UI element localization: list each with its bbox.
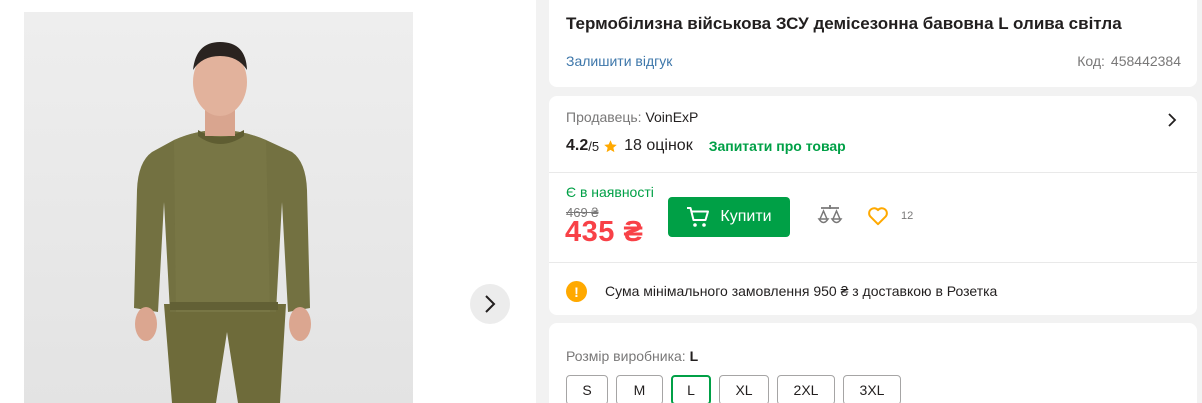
- seller-label: Продавець:: [566, 109, 642, 125]
- size-option-l[interactable]: L: [671, 375, 711, 403]
- minimum-order-notice: Сума мінімального замовлення 950 ₴ з дос…: [605, 283, 998, 299]
- leave-review-link[interactable]: Залишити відгук: [566, 53, 672, 69]
- star-icon: [604, 139, 617, 152]
- size-selector-card: Розмір виробника: L S M L XL 2XL 3XL: [549, 323, 1197, 403]
- heart-icon[interactable]: [867, 206, 889, 226]
- product-code: Код: 458442384: [1077, 53, 1181, 69]
- seller-name[interactable]: VoinExP: [645, 109, 698, 125]
- chevron-right-icon[interactable]: [1167, 112, 1177, 128]
- seller-info[interactable]: Продавець: VoinExP: [566, 109, 698, 125]
- size-label-text: Розмір виробника:: [566, 348, 686, 364]
- product-code-value: 458442384: [1110, 53, 1181, 69]
- seller-rating-row: 4.2 /5 18 оцінок Запитати про товар: [566, 137, 846, 155]
- size-option-m[interactable]: M: [616, 375, 663, 403]
- wishlist-count: 12: [901, 210, 914, 222]
- current-price: 435 ₴: [565, 216, 644, 248]
- product-title: Термобілизна військова ЗСУ демісезонна б…: [566, 14, 1122, 33]
- buy-button[interactable]: Купити: [668, 197, 790, 237]
- product-gallery: [0, 0, 536, 403]
- buy-button-label: Купити: [720, 208, 772, 225]
- chevron-right-icon: [485, 295, 496, 313]
- gallery-next-button[interactable]: [470, 284, 510, 324]
- size-option-xl[interactable]: XL: [719, 375, 769, 403]
- size-label: Розмір виробника: L: [566, 348, 698, 364]
- availability-status: Є в наявності: [566, 184, 654, 200]
- cart-icon: [687, 207, 710, 227]
- divider: [549, 262, 1197, 263]
- divider: [549, 172, 1197, 173]
- scales-icon[interactable]: [817, 203, 843, 229]
- rating-max: /5: [588, 138, 600, 154]
- product-title-card: Термобілизна військова ЗСУ демісезонна б…: [549, 0, 1197, 87]
- rating-value: 4.2: [566, 137, 589, 154]
- reviews-count[interactable]: 18 оцінок: [624, 137, 693, 155]
- warning-icon: !: [566, 281, 587, 302]
- selected-size: L: [689, 348, 699, 364]
- product-code-label: Код:: [1077, 53, 1105, 69]
- size-option-s[interactable]: S: [566, 375, 608, 403]
- product-photo[interactable]: [24, 12, 413, 403]
- purchase-card: Продавець: VoinExP 4.2 /5 18 оцінок Запи…: [549, 96, 1197, 315]
- size-option-2xl[interactable]: 2XL: [777, 375, 835, 403]
- ask-about-product-link[interactable]: Запитати про товар: [709, 138, 846, 154]
- model-illustration: [134, 42, 311, 403]
- size-option-3xl[interactable]: 3XL: [843, 375, 901, 403]
- size-options: S M L XL 2XL 3XL: [566, 375, 901, 403]
